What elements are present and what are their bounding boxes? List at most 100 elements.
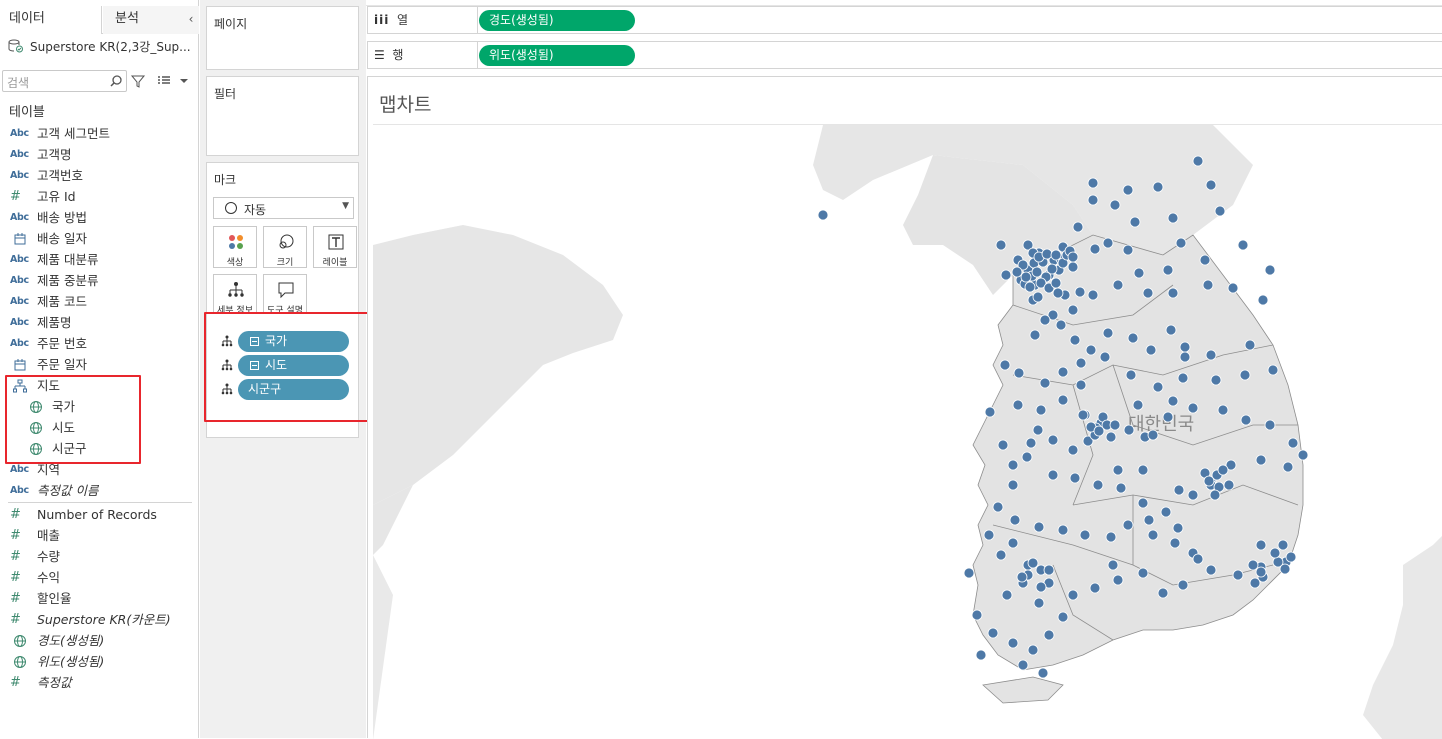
map-point[interactable] [1087,289,1099,301]
map-point[interactable] [1043,629,1055,641]
map-point[interactable] [1067,251,1079,263]
map-point[interactable] [1214,205,1226,217]
field-item[interactable]: # 할인율 [0,588,199,609]
field-item[interactable]: # 수익 [0,567,199,588]
map-point[interactable] [1069,334,1081,346]
map-point[interactable] [1024,281,1036,293]
map-point[interactable] [1029,329,1041,341]
map-point[interactable] [1057,366,1069,378]
map-point[interactable] [1009,514,1021,526]
map-point[interactable] [1179,351,1191,363]
map-point[interactable] [1142,287,1154,299]
map-point[interactable] [1087,194,1099,206]
map-point[interactable] [1087,177,1099,189]
map-point[interactable] [992,501,1004,513]
field-item[interactable]: Abc 고객번호 [0,165,199,186]
map-point[interactable] [1129,216,1141,228]
map-point[interactable] [1085,344,1097,356]
field-item[interactable]: Abc 제품 대분류 [0,249,199,270]
map-point[interactable] [1039,314,1051,326]
field-item[interactable]: # 매출 [0,525,199,546]
map-point[interactable] [1152,381,1164,393]
map-point[interactable] [1021,451,1033,463]
map-point[interactable] [1039,377,1051,389]
columns-shelf[interactable]: iii 열 경도(생성됨) [367,6,1442,34]
map-point[interactable] [1132,399,1144,411]
map-point[interactable] [1282,461,1294,473]
map-point[interactable] [963,567,975,579]
label-button[interactable]: 레이블 [313,226,357,268]
field-item[interactable]: Abc 측정값 이름 [0,480,199,501]
map-point[interactable] [1160,506,1172,518]
map-point[interactable] [1232,569,1244,581]
map-point[interactable] [1277,539,1289,551]
field-item[interactable]: # Superstore KR(카운트) [0,609,199,630]
tooltip-button[interactable]: 도구 설명 [263,274,307,316]
map-point[interactable] [1012,399,1024,411]
map-point[interactable] [987,627,999,639]
map-point[interactable] [1109,419,1121,431]
map-point[interactable] [1179,341,1191,353]
field-item[interactable]: Abc 제품 중분류 [0,270,199,291]
map-point[interactable] [1092,479,1104,491]
map-point[interactable] [1297,449,1309,461]
map-point[interactable] [1067,589,1079,601]
map-point[interactable] [1255,539,1267,551]
map-point[interactable] [1079,529,1091,541]
map-point[interactable] [1255,566,1267,578]
map-point[interactable] [1269,547,1281,559]
map-point[interactable] [1223,479,1235,491]
map-point[interactable] [1050,277,1062,289]
map-point[interactable] [1137,567,1149,579]
filter-icon[interactable] [130,73,146,89]
map-point[interactable] [1162,264,1174,276]
map-point[interactable] [1067,444,1079,456]
map-point[interactable] [1205,349,1217,361]
map-point[interactable] [1102,237,1114,249]
map-point[interactable] [1057,524,1069,536]
map-point[interactable] [1122,519,1134,531]
map-point[interactable] [1001,589,1013,601]
map-point[interactable] [1227,282,1239,294]
map-point[interactable] [1240,414,1252,426]
map-point[interactable] [1239,369,1251,381]
map-point[interactable] [1112,279,1124,291]
map-point[interactable] [1125,369,1137,381]
search-input[interactable]: 검색 [2,70,127,92]
map-point[interactable] [1105,431,1117,443]
map-point[interactable] [1205,564,1217,576]
collapse-pane-icon[interactable]: ‹ [183,6,199,34]
chevron-down-icon[interactable] [176,73,192,89]
map-point[interactable] [1165,324,1177,336]
map-point[interactable] [1187,489,1199,501]
map-point[interactable] [1257,294,1269,306]
map-point[interactable] [1027,644,1039,656]
map-point[interactable] [1107,559,1119,571]
map-point[interactable] [1115,482,1127,494]
map-point[interactable] [1217,464,1229,476]
map-point[interactable] [1077,409,1089,421]
map-point[interactable] [1147,429,1159,441]
map-point[interactable] [1035,581,1047,593]
map-point[interactable] [1167,212,1179,224]
map-point[interactable] [1217,404,1229,416]
map-point[interactable] [817,209,829,221]
map-point[interactable] [1122,244,1134,256]
map-point[interactable] [1255,454,1267,466]
field-item[interactable]: 배송 일자 [0,228,199,249]
tab-data[interactable]: 데이터 [0,6,102,34]
map-point[interactable] [1007,637,1019,649]
map-point[interactable] [1202,279,1214,291]
map-point[interactable] [1199,254,1211,266]
map-point[interactable] [1057,394,1069,406]
map-point[interactable] [1147,529,1159,541]
map-point[interactable] [1025,437,1037,449]
map-point[interactable] [1175,237,1187,249]
map-point[interactable] [1264,419,1276,431]
map-point[interactable] [1033,521,1045,533]
map-point[interactable] [1055,319,1067,331]
map-view[interactable]: 대한민국 [373,124,1442,739]
filters-card[interactable]: 필터 [206,76,359,156]
map-point[interactable] [1089,243,1101,255]
map-point[interactable] [1075,379,1087,391]
